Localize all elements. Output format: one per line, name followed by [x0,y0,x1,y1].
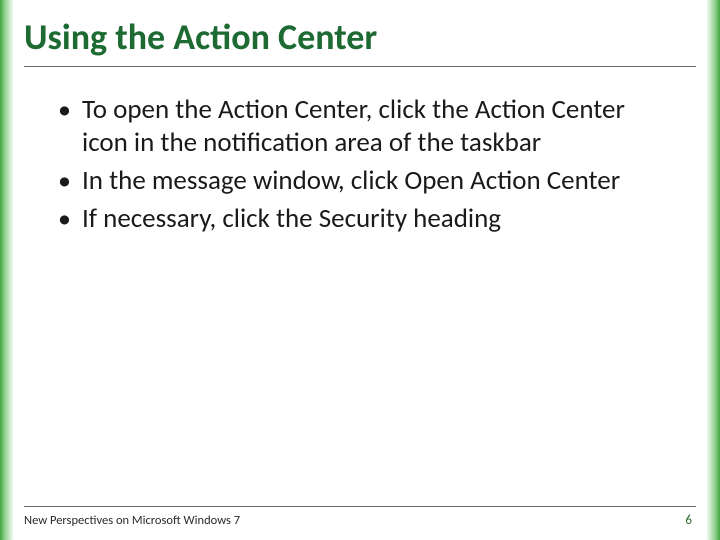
bullet-item: In the message window, click Open Action… [54,164,676,198]
title-underline [24,66,696,67]
bullet-list: To open the Action Center, click the Act… [54,93,676,236]
footer-source: New Perspectives on Microsoft Windows 7 [24,513,240,528]
right-edge-gradient [706,0,720,540]
page-number: 6 [685,513,692,528]
footer: New Perspectives on Microsoft Windows 7 … [14,507,706,540]
content-area: To open the Action Center, click the Act… [14,73,706,506]
slide-title: Using the Action Center [24,18,696,58]
slide-body: Using the Action Center To open the Acti… [14,0,706,540]
left-edge-gradient [0,0,14,540]
bullet-item: If necessary, click the Security heading [54,202,676,236]
bullet-item: To open the Action Center, click the Act… [54,93,676,161]
title-area: Using the Action Center [14,0,706,73]
